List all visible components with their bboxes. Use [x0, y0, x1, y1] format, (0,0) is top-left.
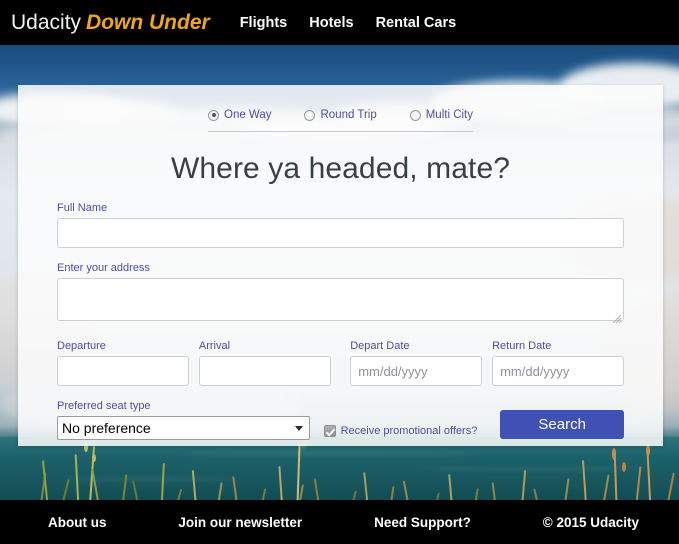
promo-checkbox-label: Receive promotional offers?: [340, 425, 478, 437]
top-navbar: Udacity Down Under Flights Hotels Rental …: [0, 0, 679, 45]
trip-type-label-round-trip: Round Trip: [320, 109, 377, 121]
radio-multi-city-icon[interactable]: [409, 109, 421, 121]
departure-input[interactable]: [57, 356, 189, 386]
seat-type-select-wrap: No preference: [57, 416, 310, 440]
footer-link-support[interactable]: Need Support?: [374, 515, 471, 530]
departure-field-group: Departure: [57, 340, 189, 386]
trip-type-option-round-trip[interactable]: Round Trip: [304, 109, 377, 121]
promo-checkbox-group[interactable]: Receive promotional offers?: [323, 425, 478, 437]
form-actions-row: Preferred seat type No preference Receiv…: [57, 400, 624, 440]
arrival-field-group: Arrival: [198, 340, 331, 386]
brand-name-primary: Udacity: [11, 11, 82, 34]
depart-date-label: Depart Date: [350, 340, 410, 352]
nav-links: Flights Hotels Rental Cars: [240, 15, 478, 31]
trip-type-radio-group: One Way Round Trip Multi City: [208, 85, 473, 121]
address-label: Enter your address: [57, 262, 150, 274]
seat-type-field-group: Preferred seat type No preference: [57, 400, 310, 440]
brand-name-secondary: Down Under: [86, 11, 210, 34]
address-textarea-wrap: [57, 278, 624, 326]
trip-type-divider: [208, 131, 473, 132]
trip-type-option-multi-city[interactable]: Multi City: [409, 109, 473, 121]
trip-details-row: Departure Arrival Depart Date Return Dat…: [57, 340, 624, 386]
seat-type-label: Preferred seat type: [57, 400, 151, 412]
search-button[interactable]: Search: [500, 410, 624, 439]
trip-type-label-multi-city: Multi City: [425, 109, 473, 121]
arrival-label: Arrival: [198, 340, 231, 352]
return-date-field-group: Return Date: [492, 340, 624, 386]
page-title: Where ya headed, mate?: [170, 152, 511, 185]
page-root: Udacity Down Under Flights Hotels Rental …: [0, 0, 679, 544]
booking-form-panel: One Way Round Trip Multi City Where ya h…: [18, 85, 663, 446]
footer-link-newsletter[interactable]: Join our newsletter: [178, 515, 302, 530]
return-date-label: Return Date: [492, 340, 552, 352]
row-spacer: [341, 340, 350, 386]
depart-date-field-group: Depart Date: [350, 340, 483, 386]
full-name-label: Full Name: [57, 202, 108, 214]
nav-link-rental-cars[interactable]: Rental Cars: [376, 15, 457, 31]
radio-one-way-icon[interactable]: [208, 109, 219, 121]
checkbox-promo-icon[interactable]: [323, 425, 336, 437]
nav-link-hotels[interactable]: Hotels: [309, 15, 353, 31]
page-footer: About us Join our newsletter Need Suppor…: [0, 500, 679, 544]
departure-label: Departure: [57, 340, 106, 352]
footer-links: About us Join our newsletter Need Suppor…: [0, 515, 679, 530]
nav-link-flights[interactable]: Flights: [240, 15, 288, 31]
brand-logo[interactable]: Udacity Down Under: [11, 12, 210, 33]
trip-type-option-one-way[interactable]: One Way: [208, 109, 272, 121]
address-textarea[interactable]: [57, 278, 624, 321]
full-name-input[interactable]: [57, 218, 624, 248]
footer-copyright: © 2015 Udacity: [542, 514, 639, 530]
radio-round-trip-icon[interactable]: [304, 109, 316, 121]
seat-type-select[interactable]: No preference: [57, 416, 310, 440]
depart-date-input[interactable]: [350, 356, 483, 386]
return-date-input[interactable]: [492, 356, 624, 386]
arrival-input[interactable]: [198, 356, 331, 386]
booking-form-fields: Full Name Enter your address Departure A…: [18, 186, 663, 440]
footer-link-about-us[interactable]: About us: [48, 515, 107, 530]
trip-type-label-one-way: One Way: [224, 109, 272, 121]
